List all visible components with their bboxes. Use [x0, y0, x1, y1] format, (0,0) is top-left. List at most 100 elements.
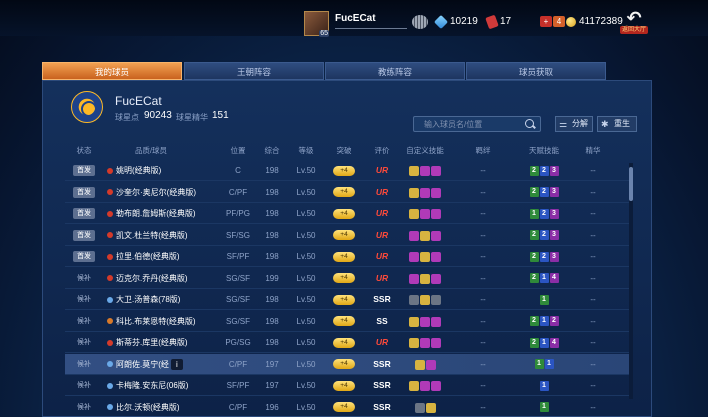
decompose-button[interactable]: ⚌ 分解: [555, 116, 593, 132]
skill-icon[interactable]: [431, 187, 441, 198]
grade-value: UR: [375, 272, 389, 283]
level-value: Lv.50: [296, 166, 316, 175]
table-row[interactable]: 首发 姚明(经典版) C 198 Lv.50 +4 UR -- 223 --: [65, 160, 633, 181]
essence-value: 151: [212, 110, 229, 121]
grade-value: SSR: [373, 294, 391, 304]
skill-icon[interactable]: [431, 338, 441, 349]
level-value: Lv.50: [296, 359, 316, 369]
tab-player-acquire[interactable]: 球员获取: [466, 62, 606, 80]
custom-skills: [409, 160, 442, 181]
skill-icon[interactable]: [414, 359, 425, 370]
quality-dot: [107, 361, 113, 368]
table-row[interactable]: 候补 阿朗佐.莫宁(经 i C/PF 197 Lv.50 +4 SSR -- 11…: [65, 353, 633, 375]
talent-badge: 4: [549, 337, 559, 348]
table-row[interactable]: 候补 大卫.汤普森(78版) SG/SF 198 Lv.50 +4 SSR --…: [65, 289, 633, 310]
tab-dynasty-lineup[interactable]: 王朝阵容: [184, 62, 324, 80]
position-value: C/PF: [228, 359, 248, 369]
table-row[interactable]: 候补 科比.布莱恩特(经典版) SG/SF 198 Lv.50 +4 SS --…: [65, 311, 633, 332]
skill-icon[interactable]: [409, 209, 419, 220]
tab-my-players[interactable]: 我的球员: [42, 62, 182, 80]
table-row[interactable]: 首发 沙奎尔·奥尼尔(经典版) C/PF 198 Lv.50 +4 UR -- …: [65, 182, 633, 203]
skill-icon[interactable]: [425, 359, 436, 370]
talent-badge: 2: [539, 165, 549, 176]
player-search-input[interactable]: [413, 116, 541, 132]
custom-skills: [409, 332, 442, 353]
event-badge[interactable]: 4: [553, 16, 565, 27]
back-to-lobby-button[interactable]: ↶ 返回大厅: [620, 9, 648, 36]
status-badge: 首发: [73, 251, 95, 263]
voice-icon[interactable]: [412, 15, 428, 29]
skill-icon[interactable]: [431, 252, 441, 263]
grade-value: SS: [376, 315, 388, 326]
ticket-count: 17: [500, 16, 512, 27]
table-row[interactable]: 首发 凯文.杜兰特(经典版) SF/SG 198 Lv.50 +4 UR -- …: [65, 225, 633, 246]
rebirth-icon: ✱: [601, 119, 609, 129]
skill-icon[interactable]: [431, 316, 441, 327]
status-badge: 候补: [77, 403, 91, 411]
position-value: SF/PF: [226, 381, 250, 390]
decompose-label: 分解: [572, 119, 588, 128]
table-row[interactable]: 候补 迈克尔.乔丹(经典版) SG/SF 199 Lv.50 +4 UR -- …: [65, 268, 633, 289]
skill-icon[interactable]: [409, 338, 419, 349]
skill-icon[interactable]: [409, 166, 419, 177]
player-name: 沙奎尔·奥尼尔(经典版): [116, 187, 196, 197]
skill-icon[interactable]: [414, 402, 425, 413]
skill-icon[interactable]: [420, 381, 430, 392]
table-row[interactable]: 候补 比尔.沃顿(经典版) C/PF 196 Lv.50 +4 SSR -- 1…: [65, 397, 633, 417]
skill-icon[interactable]: [420, 166, 430, 177]
skill-icon[interactable]: [409, 273, 419, 284]
position-value: PF/PG: [225, 209, 250, 218]
talent-badge: 1: [534, 359, 544, 370]
essence-cell: --: [590, 166, 596, 175]
talent-skills: 123: [529, 208, 559, 219]
scrollbar-thumb[interactable]: [629, 167, 633, 201]
talent-skills: 1: [539, 380, 549, 391]
skill-icon[interactable]: [409, 381, 419, 392]
skill-icon[interactable]: [420, 209, 430, 220]
skill-icon[interactable]: [420, 252, 430, 263]
table-row[interactable]: 候补 斯蒂芬.库里(经典版) PG/SG 198 Lv.50 +4 UR -- …: [65, 332, 633, 353]
table-row[interactable]: 首发 勒布朗.詹姆斯(经典版) PF/PG 198 Lv.50 +4 UR --…: [65, 203, 633, 224]
skill-icon[interactable]: [409, 252, 419, 263]
plus-badge[interactable]: +: [540, 16, 552, 27]
skill-icon[interactable]: [420, 316, 430, 327]
skill-icon[interactable]: [420, 295, 430, 306]
avatar[interactable]: 65: [304, 11, 329, 37]
skill-icon[interactable]: [409, 230, 419, 241]
player-name: 卡梅隆.安东尼(06版): [116, 381, 189, 390]
skill-icon[interactable]: [431, 273, 441, 284]
skill-icon[interactable]: [431, 230, 441, 241]
talent-badge: 2: [539, 208, 549, 219]
info-icon[interactable]: i: [170, 358, 183, 370]
status-badge: 首发: [73, 186, 95, 198]
level-value: Lv.50: [296, 273, 316, 283]
table-row[interactable]: 候补 卡梅隆.安东尼(06版) SF/PF 197 Lv.50 +4 SSR -…: [65, 375, 633, 396]
rebirth-button[interactable]: ✱ 重生: [597, 116, 637, 132]
breakthrough-badge: +4: [333, 294, 355, 305]
skill-icon[interactable]: [431, 209, 441, 220]
skill-icon[interactable]: [431, 381, 441, 392]
tab-coach-lineup[interactable]: 教练阵容: [325, 62, 465, 80]
skill-icon[interactable]: [431, 295, 441, 306]
skill-icon[interactable]: [420, 187, 430, 198]
search-icon[interactable]: [525, 119, 534, 128]
skill-icon[interactable]: [431, 166, 441, 177]
breakthrough-badge: +4: [333, 187, 355, 198]
skill-icon[interactable]: [409, 187, 419, 198]
skill-icon[interactable]: [425, 402, 436, 413]
skill-icon[interactable]: [409, 295, 419, 306]
skill-icon[interactable]: [420, 230, 430, 241]
quality-dot: [107, 189, 113, 196]
col-status: 状态: [76, 146, 92, 155]
essence-cell: --: [590, 338, 596, 347]
custom-skills: [409, 311, 442, 332]
bond-value: --: [480, 273, 486, 283]
skill-icon[interactable]: [409, 316, 419, 327]
table-row[interactable]: 首发 拉里.伯德(经典版) SF/PF 198 Lv.50 +4 UR -- 2…: [65, 246, 633, 267]
back-label: 返回大厅: [620, 26, 648, 34]
grade-value: UR: [375, 337, 389, 347]
talent-skills: 214: [529, 337, 559, 348]
breakthrough-badge: +4: [333, 402, 355, 413]
skill-icon[interactable]: [420, 273, 430, 284]
skill-icon[interactable]: [420, 338, 430, 349]
